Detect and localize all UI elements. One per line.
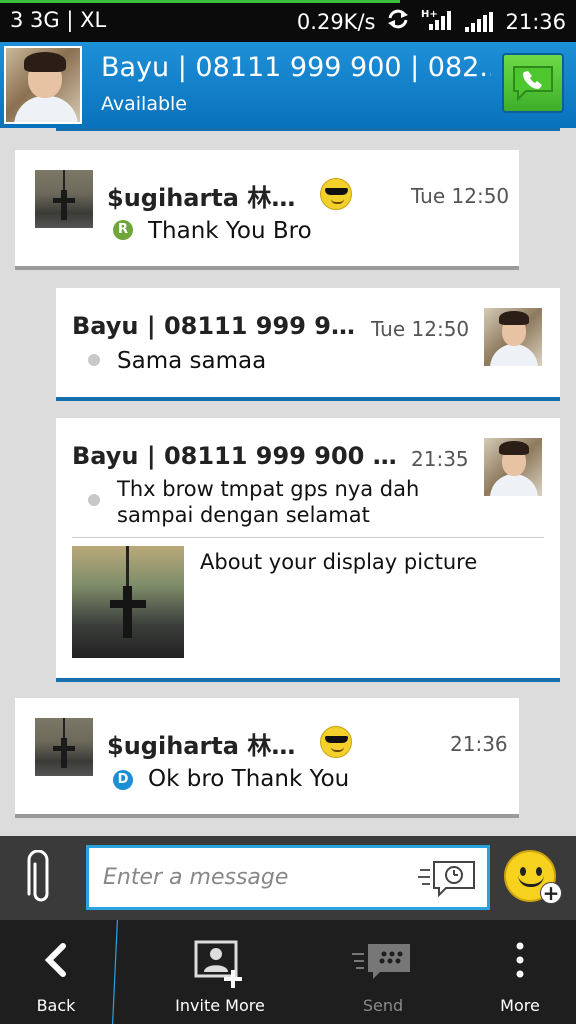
call-button[interactable] [502, 53, 564, 113]
sender-name: Bayu | 08111 999 900... [72, 312, 362, 340]
invite-person-icon [194, 940, 242, 988]
sender-avatar[interactable] [484, 308, 542, 366]
contact-title[interactable]: Bayu | 08111 999 900 | 082... [101, 52, 491, 83]
more-button[interactable]: More [470, 920, 570, 1024]
back-label: Back [36, 996, 76, 1015]
message-bubble[interactable]: Bayu | 08111 999 900... Tue 12:50 Sama s… [56, 288, 560, 401]
attach-button[interactable] [26, 849, 56, 906]
download-progress-line [0, 0, 400, 3]
composer-bar: + [0, 836, 576, 920]
status-right: 0.29K/s H+ 21:36 [297, 8, 566, 35]
message-text-line: sampai dengan selamat [117, 503, 370, 527]
carrier-label: 3 3G | XL [10, 8, 107, 32]
voice-note-icon [418, 861, 475, 898]
hplus-signal-icon: H+ [421, 8, 453, 35]
paperclip-icon [27, 849, 49, 902]
message-bubble[interactable]: $ugiharta 林福宝 Tue 12:50 R Thank You Bro [15, 150, 519, 270]
signal-icon [465, 11, 494, 32]
sunglasses-smiley-icon [320, 178, 352, 210]
delivered-status-badge: D [113, 770, 133, 790]
overflow-menu-icon [516, 942, 524, 978]
message-text: Ok bro Thank You [148, 766, 350, 792]
svg-text:H+: H+ [421, 9, 438, 20]
voice-note-button[interactable] [418, 858, 478, 898]
sent-status-dot [88, 354, 100, 366]
message-text-line: Thx brow tmpat gps nya dah [117, 477, 420, 501]
emoji-add-button[interactable]: + [504, 850, 562, 904]
sent-status-dot [88, 494, 100, 506]
back-divider [112, 920, 118, 1024]
clock: 21:36 [505, 9, 566, 34]
message-text: Sama samaa [117, 348, 267, 374]
sender-name: $ugiharta 林福宝 [107, 184, 317, 212]
message-bubble[interactable]: Bayu | 08111 999 900 | 0... 21:35 Thx br… [56, 418, 560, 682]
message-time: 21:36 [450, 732, 508, 756]
status-bar: 3 3G | XL 0.29K/s H+ 21:36 [0, 0, 576, 42]
sender-name: $ugiharta 林福宝 [107, 732, 317, 760]
bbm-send-icon [352, 944, 410, 979]
message-time: Tue 12:50 [371, 317, 470, 341]
attachment-caption: About your display picture [200, 550, 478, 574]
contact-status: Available [101, 93, 188, 115]
message-time: 21:35 [411, 447, 469, 471]
back-chevron-icon [44, 943, 66, 977]
send-label: Send [362, 996, 404, 1015]
message-time: Tue 12:50 [411, 184, 510, 208]
display-picture-attachment[interactable] [72, 546, 184, 658]
sunglasses-smiley-icon [320, 726, 352, 758]
send-button[interactable]: Send [320, 920, 446, 1024]
action-bar: Back Invite More Send More [0, 920, 576, 1024]
contact-avatar[interactable] [4, 46, 82, 124]
attachment-divider [72, 537, 544, 538]
sender-avatar[interactable] [35, 718, 93, 776]
message-bubble[interactable]: $ugiharta 林福宝 21:36 D Ok bro Thank You [15, 698, 519, 818]
back-button[interactable]: Back [0, 920, 112, 1024]
chat-header: Bayu | 08111 999 900 | 082... Available [0, 42, 576, 131]
sender-avatar[interactable] [35, 170, 93, 228]
more-label: More [500, 996, 540, 1015]
header-divider [56, 128, 560, 131]
invite-more-label: Invite More [175, 996, 265, 1015]
network-speed: 0.29K/s [296, 9, 376, 34]
read-status-badge: R [113, 220, 133, 240]
message-text: Thank You Bro [148, 218, 312, 244]
phone-call-icon [513, 66, 553, 102]
invite-more-button[interactable]: Invite More [150, 920, 290, 1024]
sender-name: Bayu | 08111 999 900 | 0... [72, 442, 400, 470]
sync-icon [387, 9, 409, 34]
sender-avatar[interactable] [484, 438, 542, 496]
